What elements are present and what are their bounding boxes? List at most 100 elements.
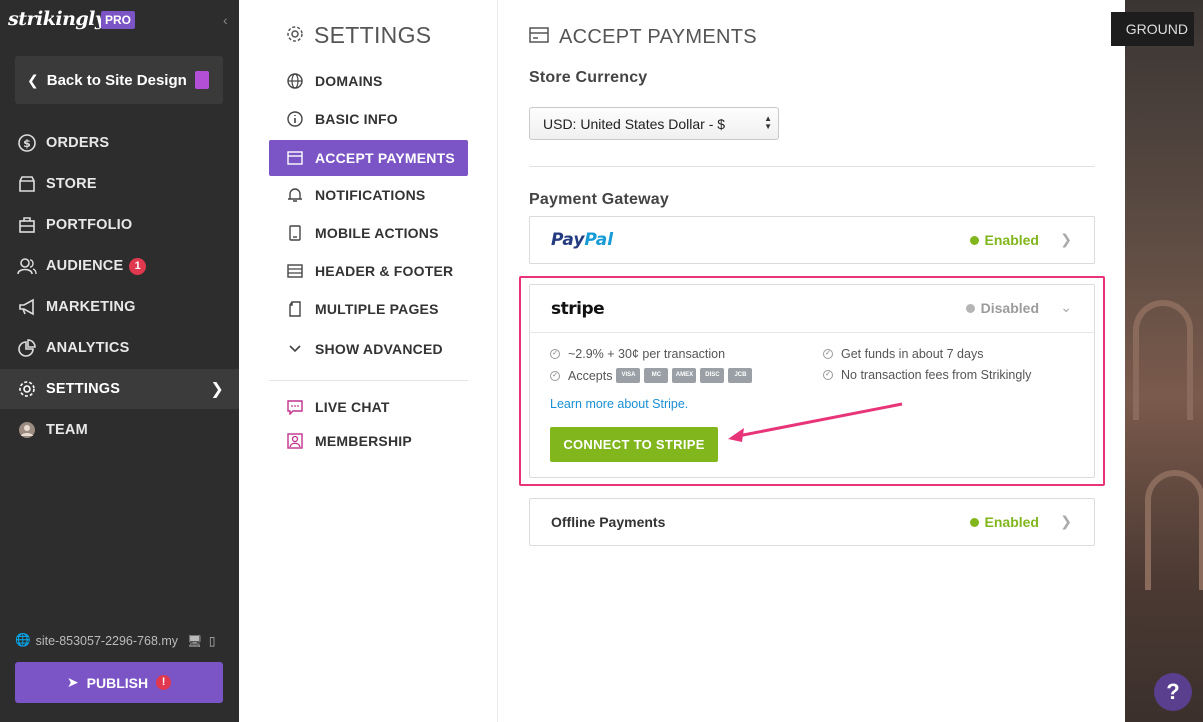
settings-nav-membership[interactable]: MEMBERSHIP [269,423,468,459]
back-label: Back to Site Design [46,71,187,89]
check-circle-icon: ✓ [550,349,560,359]
site-preview [1125,0,1203,722]
sidebar-item-store[interactable]: STORE [0,164,239,204]
chevron-down-icon [286,340,304,358]
status-text: Enabled [984,514,1039,530]
bell-icon [286,186,304,204]
briefcase-icon [17,215,37,235]
settings-nav-show-advanced[interactable]: SHOW ADVANCED [269,331,468,367]
site-url-text: site-853057-2296-768.my [35,633,179,648]
site-url[interactable]: 🌐 site-853057-2296-768.my [15,633,178,648]
offline-payments-label: Offline Payments [551,514,666,530]
chevron-down-icon[interactable]: ⌄ [1060,299,1072,316]
settings-nav-accept-payments[interactable]: ACCEPT PAYMENTS [269,140,468,176]
status-dot [965,303,975,313]
check-circle-icon: ✓ [823,370,833,380]
settings-nav-mobile-actions[interactable]: MOBILE ACTIONS [269,215,468,251]
divider [529,166,1095,167]
help-button[interactable]: ? [1154,673,1192,711]
offline-payments-row[interactable]: Offline Payments Enabled ❯ [529,498,1095,546]
paypal-logo: PayPal [551,230,613,250]
info-icon [286,110,304,128]
feature-item: ✓ No transaction fees from Strikingly [823,368,1031,382]
connect-to-stripe-button[interactable]: CONNECT TO STRIPE [550,427,718,462]
jcb-card-icon: JCB [728,368,753,383]
sidebar-item-label: STORE [46,176,97,192]
settings-nav-label: HEADER & FOOTER [315,263,454,279]
check-circle-icon: ✓ [550,370,560,381]
sidebar-item-orders[interactable]: $ ORDERS [0,123,239,163]
sidebar-item-label: ANALYTICS [46,340,130,356]
building-arch [1145,470,1203,590]
feature-item: ✓ ~2.9% + 30¢ per transaction [550,347,725,361]
status-dot [969,517,979,527]
mobile-icon[interactable]: ▯ [209,634,216,648]
sidebar-item-label: ORDERS [46,135,110,151]
stripe-logo: stripe [551,298,605,319]
strikingly-logo[interactable]: strikingly [8,8,106,30]
settings-nav-label: MULTIPLE PAGES [315,301,439,317]
preview-background-button[interactable]: GROUND [1111,12,1194,46]
feature-text: Get funds in about 7 days [841,347,984,361]
paypal-gateway-row[interactable]: PayPal Enabled ❯ [529,216,1095,264]
stripe-gateway-header[interactable]: stripe Disabled ⌄ [530,285,1094,332]
sidebar-item-team[interactable]: TEAM [0,410,239,450]
accept-payments-content: ACCEPT PAYMENTS Store Currency USD: Unit… [519,0,1105,722]
settings-nav-label: DOMAINS [315,73,383,89]
settings-nav-live-chat[interactable]: LIVE CHAT [269,389,468,425]
collapse-sidebar-icon[interactable]: ‹ [223,12,228,28]
sidebar-item-label: MARKETING [46,299,136,315]
globe-icon [286,72,304,90]
settings-nav-notifications[interactable]: NOTIFICATIONS [269,177,468,213]
discover-card-icon: DISC [700,368,725,383]
publish-alert-icon: ! [156,675,172,690]
sidebar-item-analytics[interactable]: ANALYTICS [0,328,239,368]
settings-nav-basic-info[interactable]: BASIC INFO [269,101,468,137]
back-to-site-design-button[interactable]: ❮ Back to Site Design [15,56,223,104]
publish-button[interactable]: ➤ PUBLISH ! [15,662,223,703]
sidebar-item-settings[interactable]: SETTINGS ❯ [0,369,239,409]
paypal-logo-pay: Pay [551,230,585,250]
pages-icon [286,300,304,318]
member-icon [286,432,304,450]
sidebar-item-marketing[interactable]: MARKETING [0,287,239,327]
mobile-icon [286,224,304,242]
learn-more-stripe-link[interactable]: Learn more about Stripe. [550,397,688,411]
chevron-left-icon: ❮ [27,71,39,88]
building-arch [1133,300,1193,420]
settings-title: SETTINGS [286,22,431,49]
settings-nav-domains[interactable]: DOMAINS [269,63,468,99]
settings-nav-label: BASIC INFO [315,111,398,127]
page-title-text: ACCEPT PAYMENTS [559,26,757,48]
settings-nav: SETTINGS DOMAINS BASIC INFO ACCEPT PAYME… [239,0,498,722]
check-circle-icon: ✓ [823,349,833,359]
pie-chart-icon [17,338,37,358]
annotation-arrow [728,402,903,442]
megaphone-icon [17,297,37,317]
device-toggle[interactable]: 🖥 ▯ [187,634,216,648]
notification-badge: 1 [129,257,147,275]
layout-icon [286,262,304,280]
chevron-right-icon: ❯ [210,381,224,398]
select-arrows-icon: ▲ ▼ [764,114,772,131]
settings-nav-label: LIVE CHAT [315,399,390,415]
status-text: Disabled [980,300,1039,316]
left-sidebar: strikingly PRO ‹ ❮ Back to Site Design $… [0,0,239,722]
desktop-icon[interactable]: 🖥 [187,634,202,648]
settings-nav-multiple-pages[interactable]: MULTIPLE PAGES [269,291,468,327]
globe-icon: 🌐 [15,633,31,647]
settings-nav-header-footer[interactable]: HEADER & FOOTER [269,253,468,289]
status-badge: Enabled [969,514,1039,530]
payment-gateway-label: Payment Gateway [529,191,669,208]
settings-nav-label: MEMBERSHIP [315,433,412,449]
sidebar-item-label: SETTINGS [46,381,121,397]
amex-card-icon: AMEX [672,368,697,383]
svg-text:$: $ [23,137,31,150]
sidebar-item-label: AUDIENCE [46,258,124,274]
currency-select[interactable]: USD: United States Dollar - $ ▲ ▼ [529,107,779,140]
dollar-circle-icon: $ [17,133,37,153]
sidebar-item-portfolio[interactable]: PORTFOLIO [0,205,239,245]
feature-text: ~2.9% + 30¢ per transaction [568,347,726,361]
gear-icon [17,379,37,399]
sidebar-item-audience[interactable]: AUDIENCE 1 [0,246,239,286]
